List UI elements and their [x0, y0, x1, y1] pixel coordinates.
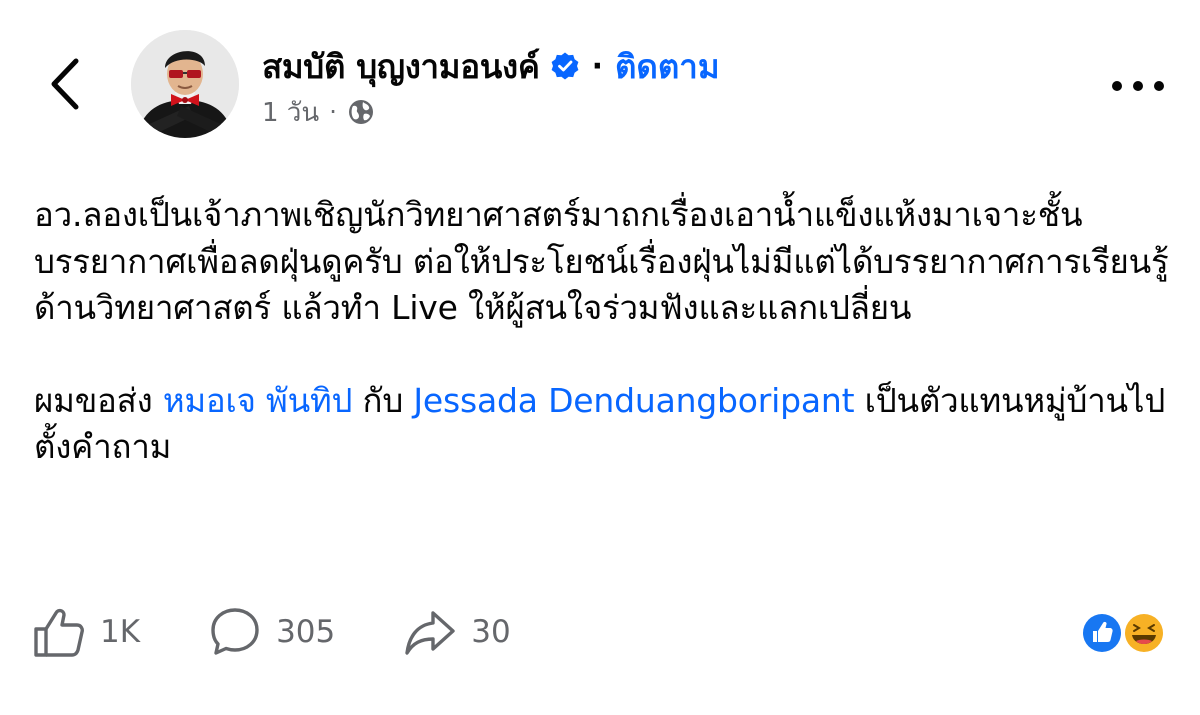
- comment-button[interactable]: 305: [208, 605, 335, 659]
- post-meta: 1 วัน ·: [262, 94, 375, 130]
- author-row: สมบัติ บุญงามอนงค์ · ติดตาม: [262, 42, 720, 90]
- share-button[interactable]: 30: [403, 605, 511, 659]
- comment-count: 305: [276, 614, 336, 650]
- post-body: อว.ลองเป็นเจ้าภาพเชิญนักวิทยาศาสตร์มาถกเ…: [34, 192, 1169, 471]
- globe-icon: [348, 100, 373, 124]
- back-button[interactable]: [44, 55, 88, 113]
- more-horizontal-icon: [1112, 81, 1164, 91]
- like-button[interactable]: 1K: [32, 605, 140, 659]
- post-paragraph-1: อว.ลองเป็นเจ้าภาพเชิญนักวิทยาศาสตร์มาถกเ…: [34, 195, 1169, 327]
- post-text-middle: กับ: [352, 380, 414, 420]
- meta-separator: ·: [329, 98, 337, 126]
- reactions-summary[interactable]: [1078, 609, 1170, 657]
- share-count: 30: [471, 614, 511, 650]
- post-paragraph-2: ผมขอส่ง หมอเจ พันทิป กับ Jessada Denduan…: [34, 378, 1169, 471]
- mention-link-2[interactable]: Jessada Denduangboripant: [413, 381, 854, 420]
- thumbs-up-icon: [34, 608, 84, 657]
- haha-reaction-icon: [1122, 611, 1166, 655]
- reactions-icons: [1080, 611, 1166, 655]
- like-count: 1K: [100, 614, 141, 650]
- more-options-button[interactable]: [1110, 76, 1166, 96]
- chevron-left-icon: [51, 58, 79, 110]
- like-reaction-icon: [1080, 611, 1124, 655]
- follow-button[interactable]: ติดตาม: [615, 40, 720, 93]
- post-text-prefix: ผมขอส่ง: [34, 380, 163, 420]
- post-time[interactable]: 1 วัน: [262, 92, 319, 133]
- mention-link-1[interactable]: หมอเจ พันทิป: [163, 381, 353, 420]
- avatar-image: [131, 30, 239, 138]
- header-separator: ·: [591, 48, 603, 84]
- share-arrow-icon: [405, 611, 455, 655]
- author-name[interactable]: สมบัติ บุญงามอนงค์: [262, 40, 540, 93]
- action-bar: 1K 305 30: [32, 604, 511, 660]
- verified-badge-icon: [551, 52, 578, 80]
- avatar[interactable]: [131, 30, 239, 138]
- comment-bubble-icon: [211, 608, 259, 655]
